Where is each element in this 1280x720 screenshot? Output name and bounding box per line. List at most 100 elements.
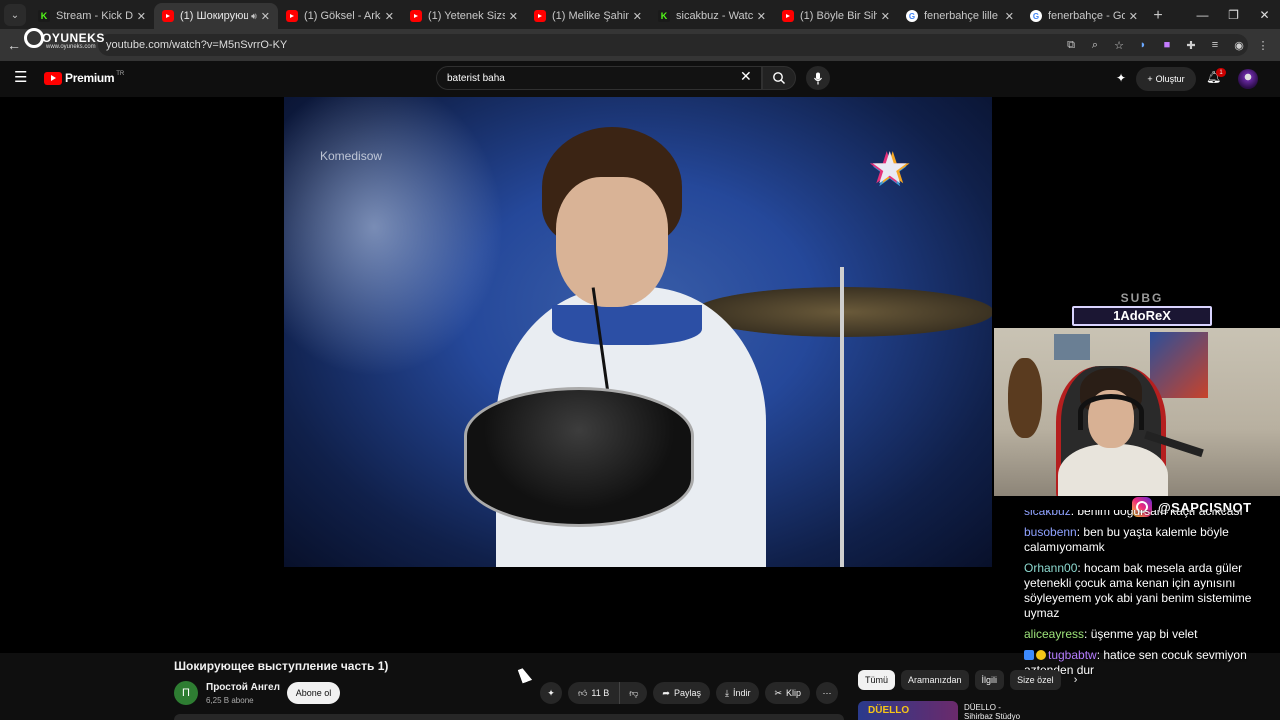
browser-tab[interactable]: K Stream - Kick Dashboard ✕ [30,3,154,29]
gift-icon[interactable]: ✦ [1116,71,1126,85]
download-button[interactable]: ⤓ İndir [715,682,760,704]
tab-label: (1) Yetenek Sizsiniz - [428,10,505,22]
browser-tab[interactable]: Gfenerbahçe - Google S ✕ [1022,3,1146,29]
window-controls: — ❐ ✕ [1187,0,1280,29]
close-tab-icon[interactable]: ✕ [261,10,270,23]
extensions-puzzle-icon[interactable]: ✚ [1180,34,1202,56]
recommended-video-thumbnail[interactable]: DÜELLO [858,701,958,720]
media-control-icon[interactable]: ≡ [1204,34,1226,56]
voice-search-button[interactable] [806,66,830,90]
browser-menu-icon[interactable]: ⋮ [1252,34,1274,56]
child-collar [552,305,702,345]
new-tab-button[interactable]: + [1146,3,1170,29]
guide-menu-icon[interactable]: ☰ [14,70,30,86]
browser-tab[interactable]: Ksicakbuz - Watch clips ✕ [650,3,774,29]
dislike-button[interactable]: 👎︎ [620,682,647,704]
chip-next-arrow-icon[interactable]: › [1067,670,1085,690]
recommended-video-title[interactable]: DÜELLO - Sihirbaz Stüdyo Latera [964,703,1030,720]
wall-art [1150,332,1208,398]
search-button[interactable] [762,66,796,90]
close-tab-icon[interactable]: ✕ [509,10,518,23]
sub-goal-title: SUBG [1120,291,1164,305]
speaker-icon[interactable]: 🔊︎ [251,11,257,22]
close-tab-icon[interactable]: ✕ [757,10,766,23]
streamer-shirt [1058,444,1168,496]
screen: ⌄ KStream - Kick Dashboard✕(1) Шокирующе… [0,0,1280,720]
browser-tab[interactable]: (1) Yetenek Sizsiniz - ✕ [402,3,526,29]
tab-label: fenerbahçe lille - Goo [924,10,1001,22]
filter-chip[interactable]: Size özel [1010,670,1061,690]
star-tv-logo-icon: ★ [870,144,910,193]
close-tab-icon[interactable]: ✕ [1129,10,1138,23]
youtube-premium-logo[interactable]: Premium TR [44,71,124,85]
tab-list: KStream - Kick Dashboard✕(1) Шокирующее … [30,3,1146,29]
create-button[interactable]: + Oluştur [1136,67,1196,91]
logo-text: Premium [65,71,115,85]
headset [1078,394,1144,430]
tab-label: sicakbuz - Watch clips [676,10,753,22]
channel-avatar[interactable]: П [174,681,198,705]
mouse-cursor-icon [517,666,533,684]
maximize-button[interactable]: ❐ [1218,0,1249,29]
browser-tab[interactable]: Gfenerbahçe lille - Goo ✕ [898,3,1022,29]
close-tab-icon[interactable]: ✕ [137,10,146,23]
cymbal-stand [840,267,844,567]
zoom-icon[interactable]: ⌕ [1084,34,1106,56]
download-icon: ⤓ [724,687,729,698]
oyuneks-text: OYUNEKS [42,31,105,45]
like-button[interactable]: 👍︎ 11 B [568,682,621,704]
oyuneks-mark-icon [24,28,44,48]
url-text: youtube.com/watch?v=M5nSvrrO-KY [106,39,288,51]
stage-light [284,97,504,377]
filter-chip[interactable]: Aramanızdan [901,670,969,690]
share-button[interactable]: ➦ Paylaş [653,682,710,704]
chat-message: busobenn: ben bu yaşta kalemle böyle cal… [1024,525,1276,555]
search-input[interactable]: baterist baha [436,66,762,90]
channel-name[interactable]: Простой Ангел [206,682,280,693]
close-tab-icon[interactable]: ✕ [1005,10,1014,23]
close-window-button[interactable]: ✕ [1249,0,1280,29]
browser-tab[interactable]: (1) Böyle Bir Sihir Nu ✕ [774,3,898,29]
extension-twitch-icon[interactable]: ■ [1156,34,1178,56]
tab-search-button[interactable]: ⌄ [4,4,26,26]
browser-tab[interactable]: (1) Шокирующее выступление🔊︎ ✕ [154,3,278,29]
subscribe-button[interactable]: Abone ol [287,682,340,704]
bookmark-star-icon[interactable]: ☆ [1108,34,1130,56]
youtube-favicon-icon [534,10,546,22]
description-box[interactable] [174,714,844,720]
share-label: Paylaş [673,688,701,698]
video-frame[interactable]: Komedisow ★ [284,97,992,567]
chat-separator: : [1084,627,1091,641]
like-count: 11 B [591,688,610,698]
browser-tab[interactable]: (1) Melike Şahin - Bex ✕ [526,3,650,29]
download-label: İndir [732,688,751,698]
tab-label: (1) Böyle Bir Sihir Nu [800,10,877,22]
plus-icon: + [1147,74,1153,84]
clear-search-icon[interactable]: ✕ [740,68,752,85]
clip-button[interactable]: ✂ Klip [765,682,811,704]
address-bar-row: ← youtube.com/watch?v=M5nSvrrO-KY ⧉ ⌕ ☆ … [0,29,1280,61]
profile-icon[interactable]: ◉ [1228,34,1250,56]
subscriber-count: 6,25 B abone [206,696,254,705]
chat-username: tugbabtw [1048,648,1097,662]
more-icon: ⋯ [822,687,832,698]
install-app-icon[interactable]: ⧉ [1060,34,1082,56]
extension-audio-icon[interactable]: ◗ [1132,34,1154,56]
close-tab-icon[interactable]: ✕ [881,10,890,23]
thumbs-up-icon: 👍︎ [578,687,588,698]
notification-badge: 1 [1216,68,1226,77]
close-tab-icon[interactable]: ✕ [385,10,394,23]
close-tab-icon[interactable]: ✕ [633,10,642,23]
premium-tools-button[interactable]: ✦ [540,682,562,704]
chat-username: aliceayress [1024,627,1085,641]
browser-tab[interactable]: (1) Göksel - Arka Bahçe ✕ [278,3,402,29]
filter-chip[interactable]: Tümü [858,670,896,690]
toolbar-icons: ⧉ ⌕ ☆ ◗ ■ ✚ ≡ ◉ ⋮ [1060,34,1274,56]
sparkle-icon: ✦ [547,687,555,698]
chat-text: üşenme yap bi velet [1090,627,1198,641]
minimize-button[interactable]: — [1187,0,1218,29]
account-avatar[interactable] [1238,69,1258,89]
more-actions-button[interactable]: ⋯ [816,682,839,704]
tab-label: Stream - Kick Dashboard [56,10,133,22]
filter-chip[interactable]: İlgili [974,670,1005,690]
